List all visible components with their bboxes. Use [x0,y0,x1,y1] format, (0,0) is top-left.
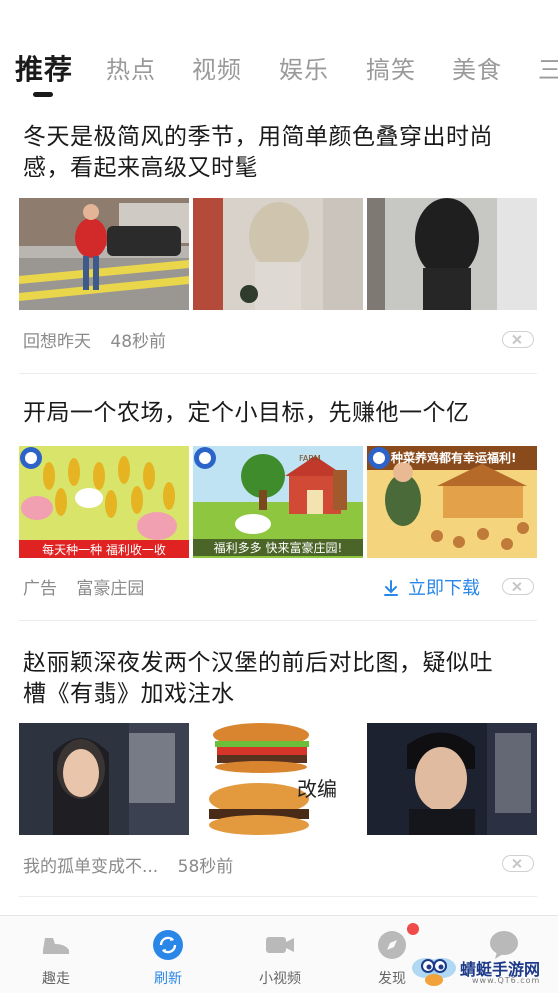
thumbnail-farm-barn[interactable]: FARM 福利多多 快来富豪庄园! [193,446,363,558]
thumbnail-farm-chickens[interactable]: 种菜养鸡都有幸运福利! [367,446,537,558]
article-title[interactable]: 开局一个农场，定个小目标，先赚他一个亿 [23,398,538,429]
article-meta: 我的孤单变成不... 58秒前 [23,852,247,877]
source-name: 我的孤单变成不... [23,857,159,877]
nav-item-refresh[interactable]: 刷新 [112,916,224,993]
thumbnail-burgers[interactable]: 改编 [193,723,363,835]
source-name: 回想昨天 [23,332,91,352]
notification-dot [407,923,419,935]
image-overlay-text: 改编 [297,777,337,801]
download-icon [382,579,400,602]
compass-icon [375,928,409,962]
thumbnail-black-puffer[interactable] [367,198,537,310]
thumbnail-row [19,198,537,310]
shoe-icon [39,928,73,962]
ad-banner-text: 每天种一种 福利收一收 [42,543,166,557]
tab-hot[interactable]: 热点 [106,50,156,85]
publish-time: 48秒前 [110,332,167,352]
divider [19,373,537,374]
thumbnail-actor[interactable] [367,723,537,835]
dragonfly-logo-icon [412,958,456,986]
article-title[interactable]: 赵丽颖深夜发两个汉堡的前后对比图，疑似吐 槽《有翡》加戏注水 [23,648,538,710]
dismiss-close-icon[interactable] [502,855,534,872]
divider [19,620,537,621]
article-meta: 广告 富豪庄园 [23,574,158,599]
tab-more[interactable]: 三 [538,50,558,85]
active-tab-indicator [33,92,53,97]
nav-item-short-video[interactable]: 小视频 [224,916,336,993]
thumbnail-row: 每天种一种 福利收一收 FARM 福利多多 快来富豪庄园! 种菜养鸡都有幸运福利… [19,446,537,558]
tab-video[interactable]: 视频 [192,50,242,85]
thumbnail-street-red-coat[interactable] [19,198,189,310]
tab-entertainment[interactable]: 娱乐 [279,50,329,85]
thumbnail-actress[interactable] [19,723,189,835]
thumbnail-farm-corn[interactable]: 每天种一种 福利收一收 [19,446,189,558]
publish-time: 58秒前 [177,857,234,877]
nav-item-qu-zou[interactable]: 趣走 [0,916,112,993]
ad-label: 广告 [23,579,57,599]
tab-food[interactable]: 美食 [452,50,502,85]
refresh-icon [151,928,185,962]
news-card-fashion[interactable]: 冬天是极简风的季节，用简单颜色叠穿出时尚 感，看起来高级又时髦 回想昨天 48秒… [0,118,558,374]
ad-card-farm[interactable]: 开局一个农场，定个小目标，先赚他一个亿 每天种一种 福利收一收 FARM 福利多… [0,392,558,620]
advertiser-name: 富豪庄园 [76,579,145,599]
barn-sign: FARM [299,454,321,463]
thumbnail-beige-puffer[interactable] [193,198,363,310]
article-meta: 回想昨天 48秒前 [23,327,180,352]
divider [19,896,537,897]
site-watermark: 蜻蜓手游网 www.QT6.com [410,950,558,992]
ad-banner-text: 福利多多 快来富豪庄园! [193,539,363,556]
dismiss-close-icon[interactable] [502,331,534,348]
tab-recommend[interactable]: 推荐 [15,48,73,88]
tab-funny[interactable]: 搞笑 [366,50,416,85]
news-card-celebrity[interactable]: 赵丽颖深夜发两个汉堡的前后对比图，疑似吐 槽《有翡》加戏注水 改编 我的孤单变成… [0,646,558,896]
download-button[interactable]: 立即下载 [382,574,480,602]
channel-tabs: 推荐 热点 视频 娱乐 搞笑 美食 三 [0,40,558,100]
thumbnail-row: 改编 [19,723,537,835]
dismiss-close-icon[interactable] [502,578,534,595]
article-title[interactable]: 冬天是极简风的季节，用简单颜色叠穿出时尚 感，看起来高级又时髦 [23,122,538,184]
video-camera-icon [263,928,297,962]
ad-banner-text: 种菜养鸡都有幸运福利! [391,451,517,465]
